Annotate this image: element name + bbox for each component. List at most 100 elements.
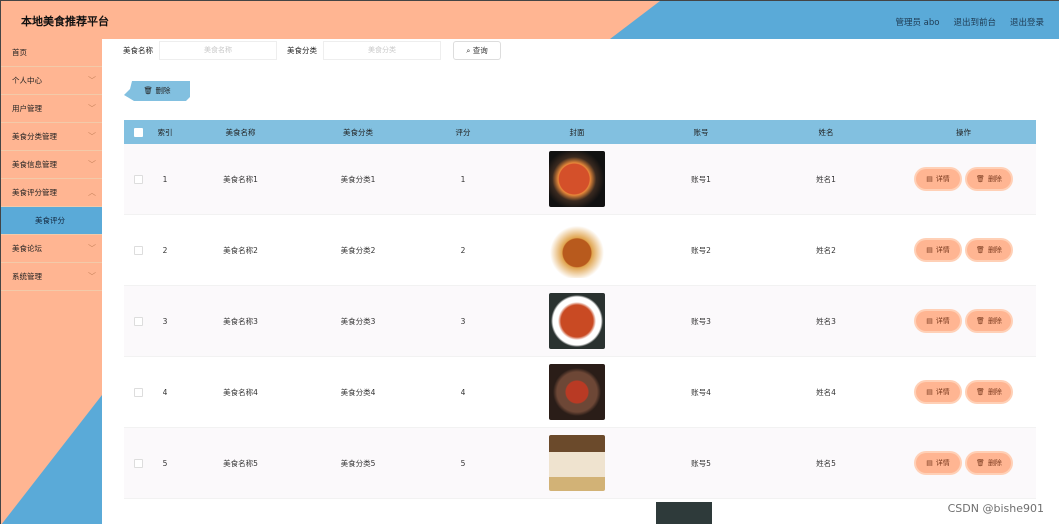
table-row: 4 美食名称4 美食分类4 4 账号4 姓名4 ▤ 详情 🗑 删除 xyxy=(124,357,1036,428)
delete-button[interactable]: 🗑 删除 xyxy=(967,382,1011,402)
delete-label: 删除 xyxy=(987,175,1002,183)
detail-button[interactable]: ▤ 详情 xyxy=(916,453,960,473)
name-search-input[interactable]: 美食名称 xyxy=(159,41,277,60)
delete-label: 删除 xyxy=(987,317,1002,325)
cell-account: 账号1 xyxy=(691,174,711,184)
bulk-delete-button[interactable]: 🗑 删除 xyxy=(124,81,190,101)
sidebar-item-label: 用户管理 xyxy=(12,104,42,113)
chevron-down-icon: ﹀ xyxy=(88,132,96,141)
sidebar-item-category[interactable]: 美食分类管理 ﹀ xyxy=(1,123,102,151)
sidebar-subitem-rating[interactable]: 美食评分 xyxy=(1,207,102,235)
category-search-input[interactable]: 美食分类 xyxy=(323,41,441,60)
row-checkbox[interactable] xyxy=(133,316,143,326)
cell-score: 3 xyxy=(460,316,466,326)
name-label: 美食名称 xyxy=(123,46,153,55)
chevron-down-icon: ﹀ xyxy=(88,160,96,169)
exit-to-front-link[interactable]: 退出到前台 xyxy=(953,16,996,28)
delete-button[interactable]: 🗑 删除 xyxy=(967,240,1011,260)
table-row: 5 美食名称5 美食分类5 5 账号5 姓名5 ▤ 详情 🗑 删除 xyxy=(124,428,1036,499)
row-checkbox[interactable] xyxy=(133,174,143,184)
chevron-down-icon: ﹀ xyxy=(88,272,96,281)
cell-index: 5 xyxy=(162,458,168,468)
logout-link[interactable]: 退出登录 xyxy=(1010,16,1044,28)
cell-person: 姓名5 xyxy=(816,458,836,468)
sidebar-item-label: 首页 xyxy=(12,48,27,57)
cell-index: 2 xyxy=(162,245,168,255)
cell-food-name: 美食名称5 xyxy=(223,458,258,468)
cell-score: 5 xyxy=(460,458,466,468)
delete-button[interactable]: 🗑 删除 xyxy=(967,453,1011,473)
cell-category: 美食分类4 xyxy=(340,387,376,397)
cell-index: 1 xyxy=(162,174,168,184)
cell-category: 美食分类2 xyxy=(340,245,376,255)
sidebar-item-forum[interactable]: 美食论坛 ﹀ xyxy=(1,235,102,263)
sidebar-decoration xyxy=(1,395,102,524)
category-label: 美食分类 xyxy=(287,46,317,55)
table-row: 1 美食名称1 美食分类1 1 账号1 姓名1 ▤ 详情 🗑 删除 xyxy=(124,144,1036,215)
sidebar-item-label: 个人中心 xyxy=(12,76,42,85)
detail-label: 详情 xyxy=(935,175,950,183)
cell-category: 美食分类1 xyxy=(340,174,376,184)
search-button-label: 查询 xyxy=(472,46,488,55)
detail-label: 详情 xyxy=(935,317,950,325)
column-header: 美食分类 xyxy=(343,127,373,137)
row-checkbox[interactable] xyxy=(133,387,143,397)
table-row: 3 美食名称3 美食分类3 3 账号3 姓名3 ▤ 详情 🗑 删除 xyxy=(124,286,1036,357)
chevron-down-icon: ﹀ xyxy=(88,244,96,253)
delete-button[interactable]: 🗑 删除 xyxy=(967,169,1011,189)
sidebar-item-food-info[interactable]: 美食信息管理 ﹀ xyxy=(1,151,102,179)
delete-button[interactable]: 🗑 删除 xyxy=(967,311,1011,331)
cell-person: 姓名4 xyxy=(816,387,836,397)
detail-icon: ▤ xyxy=(926,317,933,325)
detail-label: 详情 xyxy=(935,459,950,467)
chevron-down-icon: ﹀ xyxy=(88,76,96,85)
sidebar-item-label: 美食评分管理 xyxy=(12,188,57,197)
detail-button[interactable]: ▤ 详情 xyxy=(916,382,960,402)
column-header: 索引 xyxy=(157,127,173,137)
row-checkbox[interactable] xyxy=(133,458,143,468)
delete-label: 删除 xyxy=(987,388,1002,396)
app-title: 本地美食推荐平台 xyxy=(21,15,109,28)
cell-account: 账号5 xyxy=(691,458,711,468)
select-all-checkbox[interactable] xyxy=(133,127,143,137)
detail-button[interactable]: ▤ 详情 xyxy=(916,169,960,189)
sidebar-item-profile[interactable]: 个人中心 ﹀ xyxy=(1,67,102,95)
sidebar-item-label: 美食评分 xyxy=(35,216,65,225)
row-checkbox[interactable] xyxy=(133,245,143,255)
cell-food-name: 美食名称1 xyxy=(223,174,258,184)
cover-image xyxy=(549,222,605,278)
table-header: 索引 美食名称 美食分类 评分 封面 账号 姓名 操作 xyxy=(124,120,1036,144)
cover-image xyxy=(549,151,605,207)
cover-image xyxy=(549,293,605,349)
rating-table: 索引 美食名称 美食分类 评分 封面 账号 姓名 操作 1 美食名称1 美食分类… xyxy=(124,120,1036,499)
column-header: 美食名称 xyxy=(225,127,256,137)
sidebar-item-users[interactable]: 用户管理 ﹀ xyxy=(1,95,102,123)
cell-score: 4 xyxy=(460,387,466,397)
cell-person: 姓名1 xyxy=(816,174,836,184)
watermark: CSDN @bishe901 xyxy=(947,502,1044,515)
trash-icon: 🗑 xyxy=(976,317,985,325)
column-header: 评分 xyxy=(455,127,471,137)
sidebar-item-rating-mgmt[interactable]: 美食评分管理 ︿ xyxy=(1,179,102,207)
trash-icon: 🗑 xyxy=(143,86,154,95)
search-button[interactable]: ⌕ 查询 xyxy=(453,41,501,60)
table-row: 2 美食名称2 美食分类2 2 账号2 姓名2 ▤ 详情 🗑 删除 xyxy=(124,215,1036,286)
cell-food-name: 美食名称3 xyxy=(223,316,258,326)
admin-label: 管理员 abo xyxy=(895,18,940,28)
trash-icon: 🗑 xyxy=(976,388,985,396)
cover-image xyxy=(549,364,605,420)
trash-icon: 🗑 xyxy=(976,175,985,183)
cell-account: 账号3 xyxy=(691,316,711,326)
detail-button[interactable]: ▤ 详情 xyxy=(916,311,960,331)
sidebar-item-home[interactable]: 首页 xyxy=(1,39,102,67)
detail-icon: ▤ xyxy=(926,459,933,467)
bulk-delete-label: 删除 xyxy=(155,86,171,95)
cell-food-name: 美食名称4 xyxy=(223,387,258,397)
next-row-cover-peek xyxy=(656,502,712,524)
sidebar-item-system[interactable]: 系统管理 ﹀ xyxy=(1,263,102,291)
column-header: 姓名 xyxy=(818,127,834,137)
cell-person: 姓名2 xyxy=(816,245,836,255)
sidebar-item-label: 美食分类管理 xyxy=(12,132,57,141)
cell-account: 账号2 xyxy=(691,245,711,255)
detail-button[interactable]: ▤ 详情 xyxy=(916,240,960,260)
